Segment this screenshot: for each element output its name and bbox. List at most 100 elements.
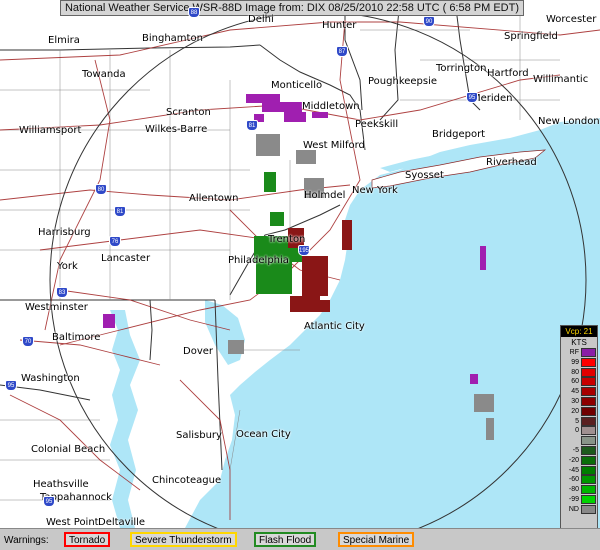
legend-color-swatch xyxy=(581,416,596,426)
city-label-dover: Dover xyxy=(183,346,213,357)
city-label-philadelphia: Philadelphia xyxy=(228,255,289,266)
legend-row-label: -99 xyxy=(568,495,579,503)
city-label-west-milford: West Milford xyxy=(303,140,365,151)
city-label-washington: Washington xyxy=(21,373,80,384)
city-label-syosset: Syosset xyxy=(405,170,444,181)
legend-row: RF xyxy=(561,348,597,358)
interstate-shield-76: 76 xyxy=(109,236,121,247)
legend-row: -60 xyxy=(561,475,597,485)
legend-row-label: -20 xyxy=(568,456,579,464)
legend-color-swatch xyxy=(581,406,596,416)
legend-unit: KTS xyxy=(571,338,587,347)
legend-row: 60 xyxy=(561,377,597,387)
legend-color-swatch xyxy=(581,504,596,514)
city-label-trenton: Trenton xyxy=(268,234,306,245)
legend-color-swatch xyxy=(581,455,596,465)
legend-color-swatch xyxy=(581,357,596,367)
legend-row-label: ND xyxy=(568,505,579,513)
interstate-shield-80: 80 xyxy=(95,184,107,195)
city-label-binghamton: Binghamton xyxy=(142,33,203,44)
city-label-harrisburg: Harrisburg xyxy=(38,227,91,238)
city-label-monticello: Monticello xyxy=(271,80,323,91)
interstate-shield-95-dc: 95 xyxy=(5,380,17,391)
legend-row: ND xyxy=(561,504,597,515)
city-label-scranton: Scranton xyxy=(166,107,211,118)
warning-special-marine[interactable]: Special Marine xyxy=(338,532,415,547)
velocity-legend: Vcp: 21 KTS RF 99 80 60 45 30 20 5 0 -5 -20 -45 -60 -… xyxy=(560,325,598,543)
legend-row-label: RF xyxy=(569,349,579,356)
legend-row-label: 60 xyxy=(571,378,579,386)
legend-row: 45 xyxy=(561,387,597,397)
city-label-atlantic-city: Atlantic City xyxy=(304,321,365,332)
interstate-shield-81-south: 81 xyxy=(114,206,126,217)
interstate-shield-70: 70 xyxy=(22,336,34,347)
city-label-westminster: Westminster xyxy=(25,302,88,313)
city-label-new-london: New London xyxy=(538,116,600,127)
city-label-salisbury: Salisbury xyxy=(176,430,222,441)
legend-color-swatch xyxy=(581,426,596,436)
interstate-shield-95-ct: 95 xyxy=(466,92,478,103)
city-label-riverhead: Riverhead xyxy=(486,157,537,168)
legend-row-label: -5 xyxy=(572,446,579,454)
city-label-torrington: Torrington xyxy=(436,63,487,74)
city-label-poughkeepsie: Poughkeepsie xyxy=(368,76,438,87)
city-label-heathsville: Heathsville xyxy=(33,479,89,490)
legend-row-label: 30 xyxy=(571,397,579,405)
legend-row-label: 5 xyxy=(575,417,579,425)
legend-row: 0 xyxy=(561,426,597,436)
city-label-hartford: Hartford xyxy=(487,68,529,79)
legend-color-swatch xyxy=(581,377,596,387)
city-label-colonial-beach: Colonial Beach xyxy=(31,444,106,455)
legend-row-label: 45 xyxy=(571,388,579,396)
interstate-shield-87: 87 xyxy=(336,46,348,57)
legend-row-label: -45 xyxy=(568,466,579,474)
city-label-york: York xyxy=(57,261,78,272)
legend-row-label: 99 xyxy=(571,358,579,366)
warning-flash-flood[interactable]: Flash Flood xyxy=(254,532,317,547)
city-label-ocean-city: Ocean City xyxy=(236,429,291,440)
legend-color-swatch xyxy=(581,367,596,377)
legend-row: 80 xyxy=(561,367,597,378)
legend-color-swatch xyxy=(581,436,596,446)
warning-tornado[interactable]: Tornado xyxy=(64,532,111,547)
legend-row: -80 xyxy=(561,485,597,495)
legend-row-label: -60 xyxy=(568,476,579,484)
interstate-shield-90: 90 xyxy=(423,16,435,27)
legend-row: -20 xyxy=(561,455,597,466)
legend-row: 20 xyxy=(561,406,597,417)
city-label-peekskill: Peekskill xyxy=(355,119,399,130)
city-label-willimantic: Willimantic xyxy=(533,74,589,85)
city-label-allentown: Allentown xyxy=(189,193,239,204)
interstate-shield-95-va: 95 xyxy=(43,496,55,507)
legend-row: -45 xyxy=(561,465,597,476)
city-label-chincoteague: Chincoteague xyxy=(152,475,222,486)
city-label-williamsport: Williamsport xyxy=(19,125,82,136)
legend-scale: RF 99 80 60 45 30 20 5 0 -5 -20 -45 -60 -80 -99 ND xyxy=(561,348,597,515)
legend-color-swatch xyxy=(581,485,596,495)
legend-row-label: 20 xyxy=(571,407,579,415)
legend-color-swatch xyxy=(581,494,596,504)
legend-color-swatch xyxy=(581,348,596,357)
warnings-label: Warnings: xyxy=(4,535,49,546)
interstate-shield-83: 83 xyxy=(56,287,68,298)
interstate-shield-195: 195 xyxy=(298,245,310,256)
radar-map-view: National Weather Service WSR-88D Image f… xyxy=(0,0,600,550)
legend-row: -5 xyxy=(561,445,597,456)
city-label-meriden: Meriden xyxy=(472,93,513,104)
warning-severe-thunderstorm[interactable]: Severe Thunderstorm xyxy=(130,532,237,547)
city-label-west-point: West Point xyxy=(46,517,99,528)
legend-color-swatch xyxy=(581,445,596,455)
city-label-baltimore: Baltimore xyxy=(52,332,101,343)
legend-row: 99 xyxy=(561,357,597,368)
legend-color-swatch xyxy=(581,387,596,397)
interstate-shield-81: 81 xyxy=(246,120,258,131)
city-label-delhi: Delhi xyxy=(248,14,274,25)
legend-color-swatch xyxy=(581,475,596,485)
city-label-worcester: Worcester xyxy=(546,14,597,25)
city-label-new-york: New York xyxy=(352,185,398,196)
legend-row: -99 xyxy=(561,494,597,505)
city-label-elmira: Elmira xyxy=(48,35,80,46)
city-label-hunter: Hunter xyxy=(322,20,357,31)
legend-color-swatch xyxy=(581,465,596,475)
legend-color-swatch xyxy=(581,396,596,406)
